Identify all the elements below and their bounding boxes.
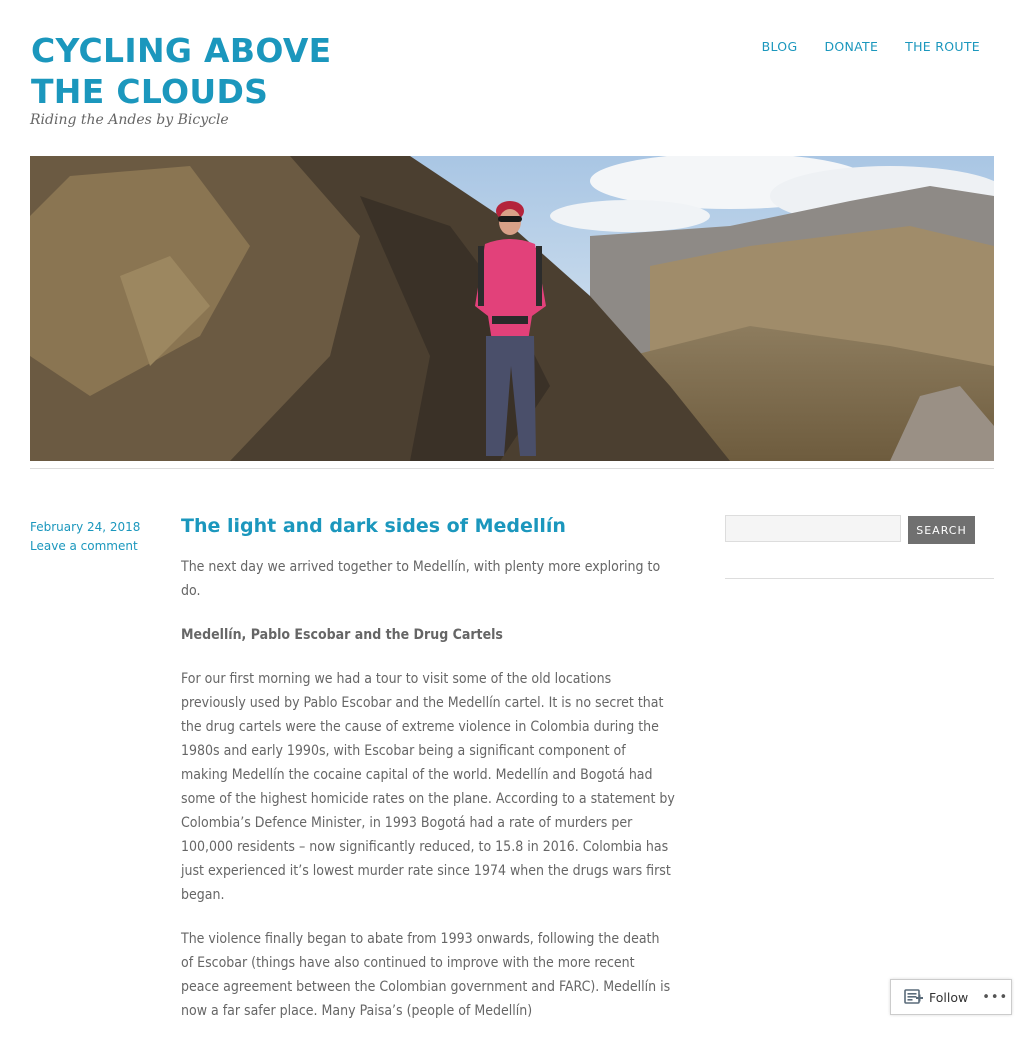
entry-meta: February 24, 2018 Leave a comment [30,518,140,556]
follow-label: Follow [929,989,969,1005]
post-content: The next day we arrived together to Mede… [181,555,675,1043]
nav-item-the-route[interactable]: THE ROUTE [905,39,980,54]
search-button[interactable]: SEARCH [908,516,975,544]
follow-widget: Follow ••• [890,979,1012,1015]
follow-reader-icon [904,989,924,1005]
follow-button[interactable]: Follow [904,989,968,1005]
site-tagline: Riding the Andes by Bicycle [30,112,229,128]
header-image [30,156,994,461]
sidebar-divider [725,578,994,579]
post-paragraph: The next day we arrived together to Mede… [181,559,661,599]
main-nav: BLOG DONATE THE ROUTE [762,39,980,54]
nav-item-donate[interactable]: DONATE [824,39,878,54]
post-subheading: Medellín, Pablo Escobar and the Drug Car… [181,627,503,643]
site-title[interactable]: CYCLING ABOVE THE CLOUDS [31,30,351,112]
header-divider [30,468,994,469]
nav-item-blog[interactable]: BLOG [762,39,798,54]
post-paragraph: For our first morning we had a tour to v… [181,671,675,903]
post-title[interactable]: The light and dark sides of Medellín [181,515,566,537]
more-options-icon[interactable]: ••• [982,991,1008,1004]
leave-comment-link[interactable]: Leave a comment [30,537,140,556]
search-input[interactable] [725,515,901,542]
post-paragraph: The violence finally began to abate from… [181,931,671,1019]
post-date-link[interactable]: February 24, 2018 [30,518,140,537]
